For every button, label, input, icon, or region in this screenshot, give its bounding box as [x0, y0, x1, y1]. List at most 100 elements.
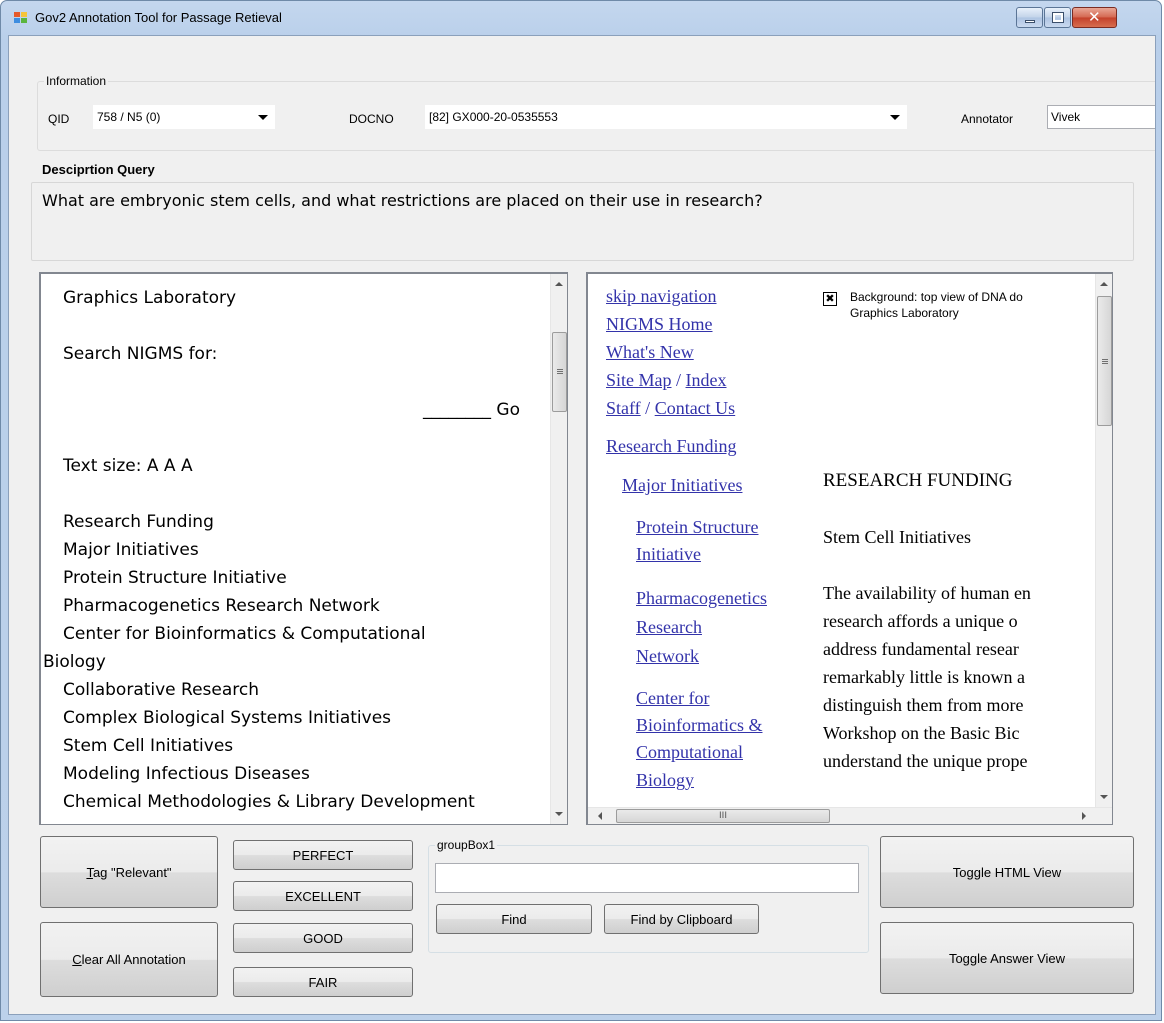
fair-button[interactable]: FAIR — [233, 967, 413, 997]
link-pharmacogenetics[interactable]: Network — [636, 646, 699, 667]
grip-line — [1102, 359, 1108, 360]
chevron-down-icon — [258, 115, 268, 120]
maximize-button[interactable] — [1044, 7, 1071, 28]
title-bar[interactable]: Gov2 Annotation Tool for Passage Retieva… — [1, 1, 1161, 35]
link-bioinformatics[interactable]: Bioinformatics & — [636, 715, 762, 736]
information-group-label: Information — [44, 74, 109, 88]
link-contact-us[interactable]: Contact Us — [655, 398, 736, 418]
staff-contact-line: Staff / Contact Us — [606, 398, 735, 419]
scroll-up-icon[interactable] — [1100, 282, 1108, 286]
content-body-line: research affords a unique o — [823, 611, 1018, 631]
grip-line — [557, 373, 563, 374]
scroll-down-icon[interactable] — [1100, 795, 1108, 799]
scroll-right-icon[interactable] — [1082, 812, 1086, 820]
mnemonic: C — [72, 952, 82, 967]
grip-line — [1102, 361, 1108, 362]
grip-line — [557, 369, 563, 370]
content-body: The availability of human en research aff… — [823, 583, 1098, 808]
content-body-line: remarkably little is known a — [823, 667, 1025, 687]
perfect-button[interactable]: PERFECT — [233, 840, 413, 870]
text-view-line: Research Funding — [63, 512, 214, 532]
link-nigms-home[interactable]: NIGMS Home — [606, 314, 713, 335]
content-body-line: Workshop on the Basic Bic — [823, 723, 1020, 743]
link-bioinformatics[interactable]: Biology — [636, 770, 694, 791]
find-by-clipboard-button[interactable]: Find by Clipboard — [604, 904, 759, 934]
text-view-line: Chemical Methodologies & Library Develop… — [63, 792, 475, 812]
close-button[interactable]: ✕ — [1072, 7, 1117, 28]
link-research-funding[interactable]: Research Funding — [606, 436, 736, 457]
scroll-up-icon[interactable] — [555, 282, 563, 286]
scroll-thumb[interactable] — [552, 332, 567, 412]
image-alt-text: Background: top view of DNA do — [850, 290, 1023, 304]
grip-marks: III — [719, 811, 727, 821]
content-body-line: understand the unique prope — [823, 751, 1028, 771]
text-view-line: Stem Cell Initiatives — [63, 736, 234, 756]
docno-dropdown[interactable]: [82] GX000-20-0535553 — [425, 105, 907, 129]
content-subheading: Stem Cell Initiatives — [823, 527, 971, 547]
text-view-line: Complex Biological Systems Initiatives — [63, 708, 392, 728]
text-view-line: Search NIGMS for: — [63, 344, 218, 364]
main-window: Gov2 Annotation Tool for Passage Retieva… — [0, 0, 1162, 1021]
text-view-line: ________ Go — [423, 400, 520, 420]
docno-label: DOCNO — [349, 112, 394, 126]
html-view-pane[interactable]: skip navigation NIGMS Home What's New Si… — [586, 272, 1113, 825]
minimize-icon — [1025, 20, 1035, 23]
link-bioinformatics[interactable]: Center for — [636, 688, 709, 709]
link-protein-structure[interactable]: Initiative — [636, 544, 701, 565]
link-whats-new[interactable]: What's New — [606, 342, 694, 363]
text-view-pane[interactable]: Graphics Laboratory Search NIGMS for: ____… — [39, 272, 568, 825]
scroll-thumb[interactable] — [1097, 296, 1112, 426]
text-view-line: Modeling Infectious Diseases — [63, 764, 310, 784]
link-pharmacogenetics[interactable]: Pharmacogenetics — [636, 588, 767, 609]
annotator-field[interactable]: Vivek — [1047, 105, 1155, 129]
link-skip-navigation[interactable]: skip navigation — [606, 286, 717, 307]
link-bioinformatics[interactable]: Computational — [636, 742, 743, 763]
app-icon — [14, 12, 28, 24]
text-view-scrollbar[interactable] — [550, 274, 567, 824]
qid-label: QID — [48, 112, 70, 126]
broken-image-icon: ✖ — [823, 292, 837, 306]
link-protein-structure[interactable]: Protein Structure — [636, 517, 758, 538]
maximize-icon — [1052, 12, 1064, 23]
find-group: groupBox1 — [428, 838, 869, 953]
link-pharmacogenetics[interactable]: Research — [636, 617, 702, 638]
scroll-down-icon[interactable] — [555, 812, 563, 816]
find-group-label: groupBox1 — [435, 838, 498, 852]
label-rest: ag "Relevant" — [92, 864, 172, 880]
text-view-line: Text size: A A A — [63, 456, 193, 476]
excellent-button[interactable]: EXCELLENT — [233, 881, 413, 911]
html-view-hscrollbar[interactable]: III — [588, 807, 1112, 824]
sitemap-index-line: Site Map / Index — [606, 370, 727, 391]
good-button[interactable]: GOOD — [233, 923, 413, 953]
content-body-line: distinguish them from more — [823, 695, 1024, 715]
hscroll-thumb[interactable]: III — [616, 809, 830, 823]
content-body-line: address fundamental resear — [823, 639, 1019, 659]
link-index[interactable]: Index — [686, 370, 727, 390]
find-input[interactable] — [435, 863, 859, 893]
image-alt-text: Graphics Laboratory — [850, 306, 959, 320]
scroll-left-icon[interactable] — [598, 812, 602, 820]
annotator-label: Annotator — [961, 112, 1014, 126]
query-label: Desciprtion Query — [42, 162, 155, 177]
text-view-line: Major Initiatives — [63, 540, 199, 560]
annotator-value: Vivek — [1051, 110, 1081, 124]
toggle-answer-view-button[interactable]: Toggle Answer View — [880, 922, 1134, 994]
html-view-vscrollbar[interactable] — [1095, 274, 1112, 807]
text-view-line: Graphics Laboratory — [63, 288, 237, 308]
minimize-button[interactable] — [1016, 7, 1043, 28]
text-view-line: Collaborative Research — [63, 680, 260, 700]
client-area: Information QID 758 / N5 (0) DOCNO [82] … — [8, 35, 1156, 1015]
clear-all-annotation-button[interactable]: Clear All Annotation — [40, 922, 218, 997]
find-button[interactable]: Find — [436, 904, 592, 934]
toggle-html-view-button[interactable]: Toggle HTML View — [880, 836, 1134, 908]
tag-relevant-button[interactable]: Tag "Relevant" — [40, 836, 218, 908]
grip-line — [557, 371, 563, 372]
qid-dropdown[interactable]: 758 / N5 (0) — [93, 105, 275, 129]
separator: / — [640, 398, 655, 418]
link-staff[interactable]: Staff — [606, 398, 641, 418]
link-site-map[interactable]: Site Map — [606, 370, 672, 390]
query-text: What are embryonic stem cells, and what … — [31, 182, 1134, 261]
qid-value: 758 / N5 (0) — [97, 110, 161, 124]
tag-relevant-label: Tag "Relevant" — [86, 865, 171, 880]
link-major-initiatives[interactable]: Major Initiatives — [622, 475, 742, 496]
